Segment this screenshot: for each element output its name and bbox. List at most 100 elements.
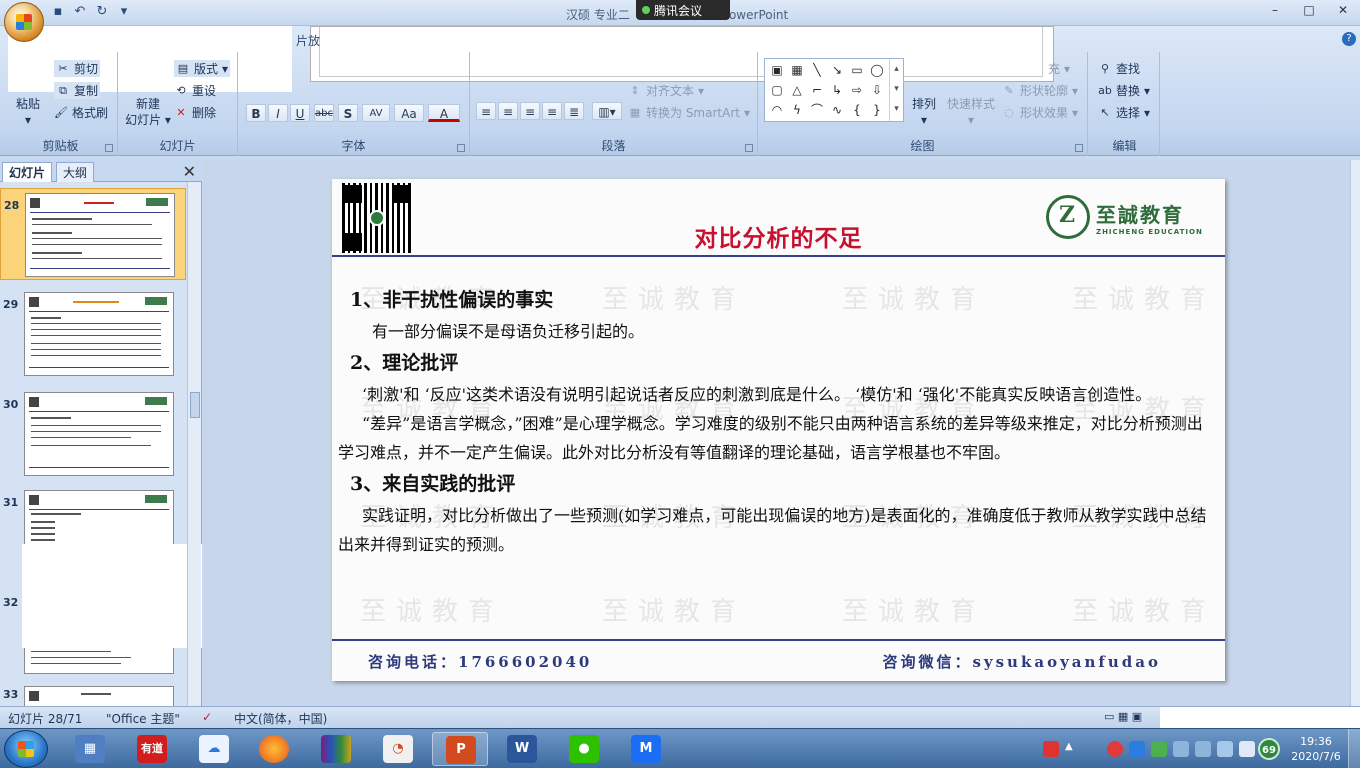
slide-body[interactable]: 1、非干扰性偏误的事实 有一部分偏误不是母语负迁移引起的。 2、理论批评 ‘刺激… [338, 283, 1217, 559]
taskbar-app-winrar[interactable] [308, 732, 364, 766]
slide-thumbnail[interactable]: 30 [0, 388, 186, 480]
record-icon[interactable] [1107, 741, 1123, 757]
right-arrow-shape-icon[interactable]: ⇨ [849, 83, 865, 97]
copy-button[interactable]: ⧉ 复制 [54, 82, 101, 99]
shape-outline-button[interactable]: ✎ 形状轮廓 ▾ [1002, 82, 1078, 99]
meeting-indicator[interactable]: 腾讯会议 [636, 0, 730, 20]
network-icon[interactable] [1217, 741, 1233, 757]
taskbar-app-firefox[interactable] [246, 732, 302, 766]
italic-button[interactable]: I [268, 104, 288, 122]
drawing-launcher[interactable] [1075, 144, 1083, 152]
device-icon[interactable] [1173, 741, 1189, 757]
change-case-button[interactable]: Aa [394, 104, 424, 122]
taskbar-app-control-panel[interactable]: ▦ [62, 732, 118, 766]
rectangle-shape-icon[interactable]: ▭ [849, 63, 865, 77]
line-shape-icon[interactable]: ╲ [809, 63, 825, 77]
columns-button[interactable]: ▥▾ [592, 102, 622, 120]
align-left-button[interactable]: ≡ [476, 102, 496, 120]
arrow-line-shape-icon[interactable]: ↘ [829, 63, 845, 77]
slide-thumbnail[interactable]: 28 [0, 188, 186, 280]
taskbar-app-powerpoint[interactable]: P [432, 732, 488, 766]
close-button[interactable]: ✕ [1326, 0, 1360, 20]
taskbar-app-wechat[interactable]: ● [556, 732, 612, 766]
shadow-button[interactable]: S [338, 104, 358, 122]
shape-fill-button[interactable]: 充 ▾ [1048, 60, 1070, 77]
font-color-button[interactable]: A [428, 104, 460, 122]
slide-canvas[interactable]: 至诚教育 至诚教育 至诚教育 至诚教育 至诚教育 至诚教育 至诚教育 至诚教育 … [332, 179, 1225, 681]
vertical-textbox-shape-icon[interactable]: ▦ [789, 63, 805, 77]
language[interactable]: 中文(简体，中国) [234, 710, 327, 727]
shapes-gallery[interactable]: ▣ ▦ ╲ ↘ ▭ ◯ ▢ △ ⌐ ↳ ⇨ ⇩ ◠ ϟ ⌒ ∿ { } ▴ ▾ ▾ [764, 58, 904, 122]
underline-button[interactable]: U [290, 104, 310, 122]
save-icon[interactable]: ▪ [50, 4, 66, 20]
tab-partial[interactable]: 片放 [296, 32, 320, 49]
gallery-scroll[interactable]: ▴ ▾ ▾ [889, 59, 903, 121]
maximize-button[interactable]: □ [1292, 0, 1326, 20]
office-button[interactable] [4, 2, 44, 42]
tab-slides[interactable]: 幻灯片 [2, 162, 53, 182]
input-method-icon[interactable] [1043, 741, 1059, 757]
replace-button[interactable]: ab 替换 ▾ [1098, 82, 1150, 99]
elbow-arrow-shape-icon[interactable]: ↳ [829, 83, 845, 97]
justify-button[interactable]: ≡ [542, 102, 562, 120]
paragraph-launcher[interactable] [745, 144, 753, 152]
delete-slide-button[interactable]: ✕ 删除 [174, 104, 216, 121]
find-button[interactable]: ⚲ 查找 [1098, 60, 1140, 77]
taskbar-app-word[interactable]: W [494, 732, 550, 766]
char-spacing-button[interactable]: AV [362, 104, 390, 122]
minimize-button[interactable]: – [1258, 0, 1292, 20]
help-icon[interactable]: ? [1342, 32, 1356, 46]
view-buttons[interactable]: ▭ ▦ ▣ [1104, 710, 1142, 723]
paste-button[interactable]: 粘贴 ▾ [10, 96, 46, 128]
font-launcher[interactable] [457, 144, 465, 152]
customize-qat-icon[interactable]: ▾ [116, 4, 132, 20]
new-slide-button[interactable]: 新建 幻灯片 ▾ [122, 96, 174, 128]
arrange-button[interactable]: 排列 ▾ [904, 96, 944, 128]
triangle-shape-icon[interactable]: △ [789, 83, 805, 97]
layout-button[interactable]: ▤ 版式 ▾ [174, 60, 231, 77]
shield-icon[interactable] [1129, 741, 1145, 757]
security-badge[interactable]: 69 [1258, 738, 1280, 760]
slide-thumbnail[interactable]: 33 [0, 682, 186, 706]
redo-icon[interactable]: ↻ [94, 4, 110, 20]
align-center-button[interactable]: ≡ [498, 102, 518, 120]
show-desktop-button[interactable] [1348, 729, 1360, 768]
strikethrough-button[interactable]: abc [314, 104, 334, 122]
signal-icon[interactable] [1239, 741, 1255, 757]
elbow-connector-shape-icon[interactable]: ⌐ [809, 83, 825, 97]
volume-icon[interactable] [1195, 741, 1211, 757]
arc-shape-icon[interactable]: ⌒ [809, 103, 825, 117]
callout-shape-icon[interactable]: ◠ [769, 103, 785, 117]
distributed-button[interactable]: ≣ [564, 102, 584, 120]
clipboard-launcher[interactable] [105, 144, 113, 152]
taskbar-app-baidu-netdisk[interactable]: ☁ [186, 732, 242, 766]
close-panel-icon[interactable]: ✕ [183, 162, 196, 181]
clock[interactable]: 19:36 2020/7/6 [1284, 734, 1348, 764]
reset-button[interactable]: ⟲ 重设 [174, 82, 216, 99]
cut-button[interactable]: ✂ 剪切 [54, 60, 101, 77]
oval-shape-icon[interactable]: ◯ [869, 63, 885, 77]
slide-thumbnail[interactable]: 29 [0, 288, 186, 380]
taskbar-app-youdao[interactable]: 有道 [124, 732, 180, 766]
select-button[interactable]: ↖ 选择 ▾ [1098, 104, 1150, 121]
panel-scroll-thumb[interactable] [190, 392, 200, 418]
format-painter-button[interactable]: 🖌 格式刷 [54, 104, 108, 121]
spellcheck-icon[interactable]: ✓ [202, 710, 212, 724]
convert-smartart-button[interactable]: ▦ 转换为 SmartArt ▾ [628, 104, 750, 121]
align-right-button[interactable]: ≡ [520, 102, 540, 120]
undo-icon[interactable]: ↶ [72, 4, 88, 20]
panel-scrollbar[interactable] [187, 182, 201, 706]
quick-styles-button[interactable]: 快速样式 ▾ [946, 96, 996, 128]
bold-button[interactable]: B [246, 104, 266, 122]
shape-effects-button[interactable]: ◌ 形状效果 ▾ [1002, 104, 1078, 121]
rounded-rect-shape-icon[interactable]: ▢ [769, 83, 785, 97]
curve-shape-icon[interactable]: ∿ [829, 103, 845, 117]
left-brace-shape-icon[interactable]: { [849, 103, 865, 117]
lightning-shape-icon[interactable]: ϟ [789, 103, 805, 117]
tray-expand-icon[interactable]: ▲ [1065, 741, 1081, 757]
taskbar-app-presentation[interactable]: ◔ [370, 732, 426, 766]
tab-outline[interactable]: 大纲 [56, 162, 95, 182]
down-arrow-shape-icon[interactable]: ⇩ [869, 83, 885, 97]
slide-title[interactable]: 对比分析的不足 [332, 219, 1225, 253]
textbox-shape-icon[interactable]: ▣ [769, 63, 785, 77]
